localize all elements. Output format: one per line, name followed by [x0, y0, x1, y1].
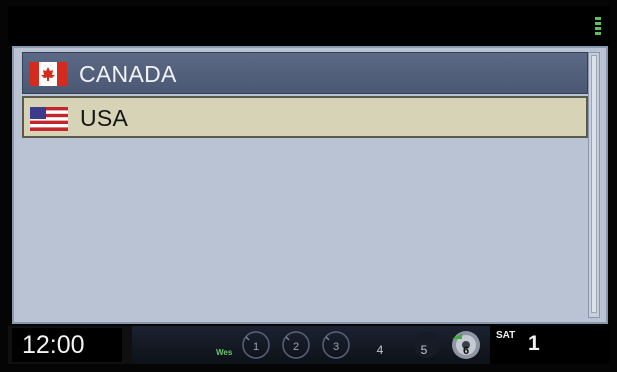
preset-number: 4	[376, 343, 384, 357]
preset-number: 1	[252, 341, 260, 353]
head-unit-screen: CANADA USA 12:00 Wes 1 2 3 4 5 6 SAT 1	[0, 0, 617, 372]
list-item-usa[interactable]: USA	[22, 96, 588, 138]
clock: 12:00	[12, 328, 122, 362]
usa-flag-icon	[30, 107, 68, 131]
list-item-label: CANADA	[79, 61, 177, 87]
list-item-label: USA	[80, 105, 129, 131]
canada-flag-icon	[29, 62, 67, 86]
preset-1-button[interactable]: 1	[240, 329, 272, 361]
scrollbar-thumb[interactable]	[591, 55, 597, 313]
bottom-status-bar: 12:00 Wes 1 2 3 4 5 6 SAT 1	[8, 326, 610, 364]
preset-2-button[interactable]: 2	[280, 329, 312, 361]
band-tag: Wes	[216, 348, 233, 357]
preset-number: 2	[292, 341, 300, 353]
preset-number: 3	[332, 341, 340, 353]
preset-4-button[interactable]: 4	[364, 329, 396, 361]
list-item-canada[interactable]: CANADA	[22, 52, 588, 94]
preset-5-button[interactable]: 5	[408, 329, 440, 361]
preset-bar: Wes 1 2 3 4 5 6	[132, 326, 498, 364]
country-list-panel: CANADA USA	[12, 46, 608, 324]
preset-number: 5	[420, 343, 428, 357]
preset-number: 6	[462, 345, 470, 357]
list-scrollbar[interactable]	[588, 52, 600, 318]
preset-3-button[interactable]: 3	[320, 329, 352, 361]
preset-6-button[interactable]: 6	[450, 329, 482, 361]
sat-band-indicator: SAT 1	[490, 326, 610, 364]
country-list: CANADA USA	[22, 52, 588, 318]
sat-number: 1	[528, 332, 540, 355]
signal-strength-icon	[595, 17, 601, 35]
top-status-bar	[8, 6, 610, 46]
sat-label: SAT	[496, 330, 516, 341]
